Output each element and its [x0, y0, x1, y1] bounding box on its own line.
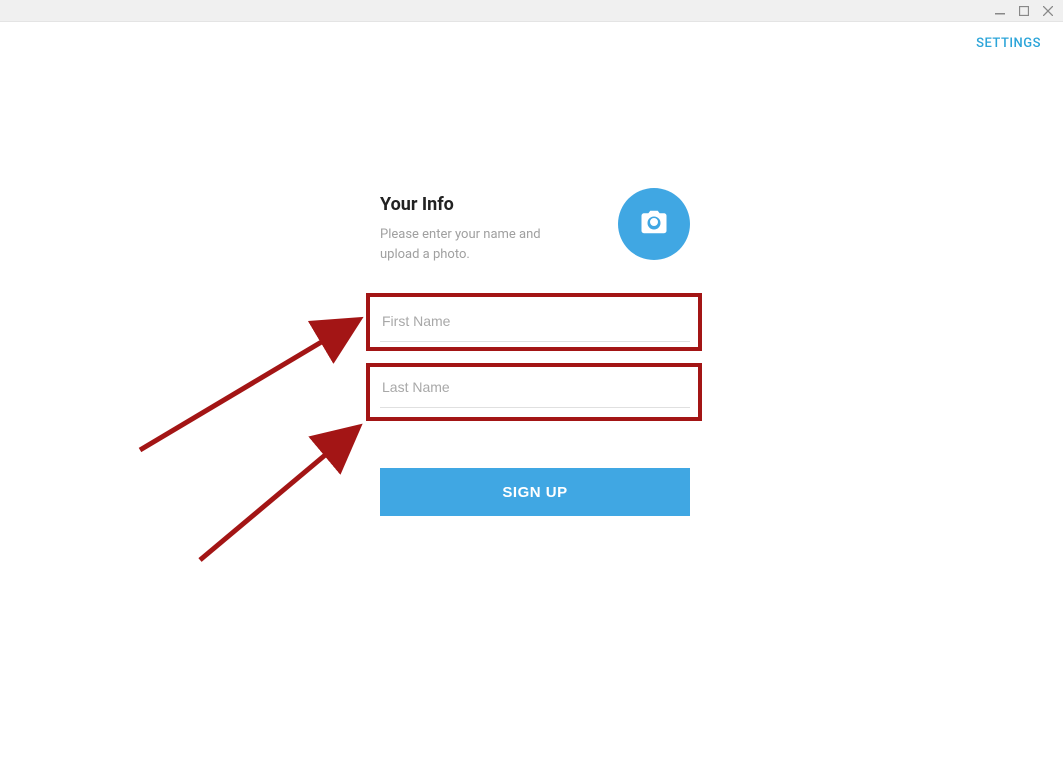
- app-header: SETTINGS: [0, 22, 1063, 51]
- signup-button[interactable]: SIGN UP: [380, 468, 690, 516]
- maximize-icon[interactable]: [1017, 4, 1031, 18]
- close-icon[interactable]: [1041, 4, 1055, 18]
- form-header: Your Info Please enter your name and upl…: [380, 188, 690, 264]
- form-subtitle: Please enter your name and upload a phot…: [380, 225, 560, 264]
- camera-icon: [639, 207, 669, 241]
- form-title: Your Info: [380, 194, 618, 215]
- annotation-arrow-2: [190, 390, 390, 570]
- annotation-arrow-1: [130, 300, 390, 460]
- signup-form: Your Info Please enter your name and upl…: [380, 188, 690, 516]
- window-titlebar: [0, 0, 1063, 22]
- settings-link[interactable]: SETTINGS: [976, 36, 1041, 51]
- minimize-icon[interactable]: [993, 4, 1007, 18]
- last-name-input[interactable]: [380, 366, 690, 408]
- first-name-input[interactable]: [380, 300, 690, 342]
- upload-photo-button[interactable]: [618, 188, 690, 260]
